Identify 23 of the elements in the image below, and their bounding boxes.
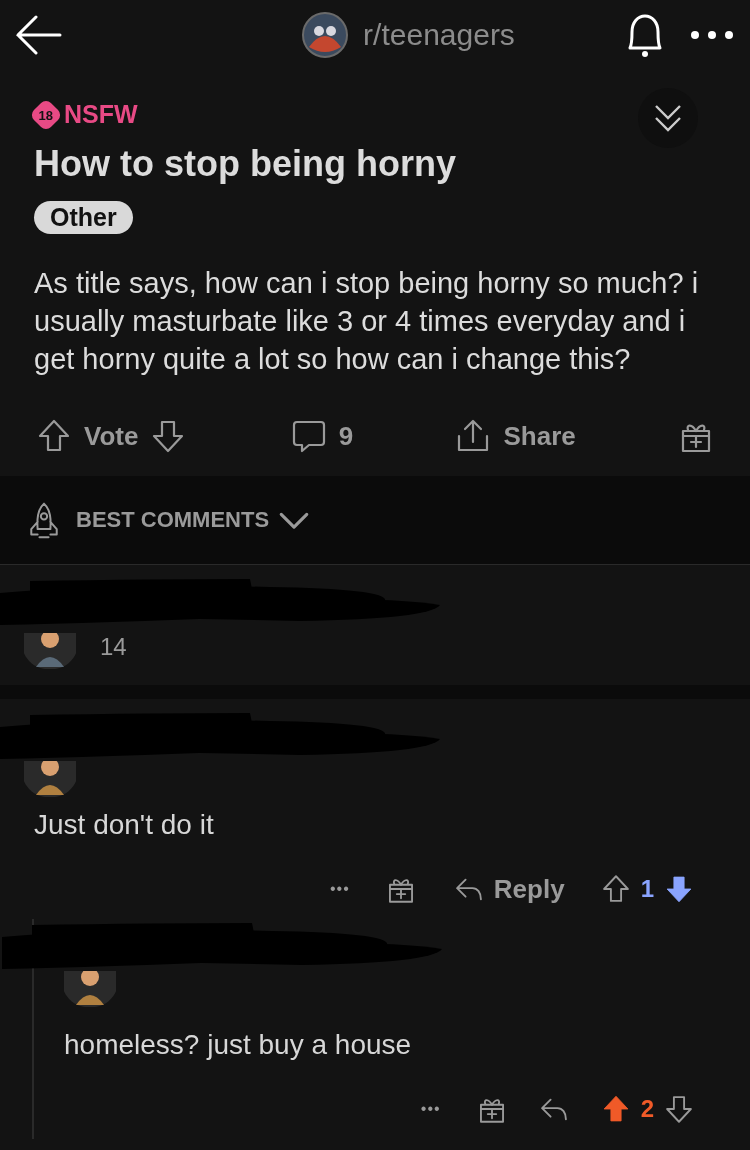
community-icon[interactable] (301, 11, 350, 59)
avatar[interactable] (24, 761, 76, 797)
reply-button[interactable]: Reply (445, 871, 571, 907)
more-options-button[interactable]: ••• (324, 879, 356, 899)
vote-score: 1 (640, 875, 654, 903)
back-arrow-icon[interactable] (14, 15, 64, 55)
share-button[interactable]: Share (453, 416, 576, 456)
flair-tag: Other (34, 201, 133, 234)
post-title: How to stop being horny (34, 143, 457, 185)
more-options-button[interactable]: ••• (414, 1099, 447, 1119)
community-name[interactable]: r/teenagers (363, 18, 515, 52)
comment-score: 14 (100, 633, 127, 662)
avatar[interactable] (64, 971, 116, 1007)
sort-dropdown[interactable]: BEST COMMENTS (70, 502, 318, 538)
vote-label: Vote (84, 420, 139, 452)
post-body: As title says, how can i stop being horny so much? i usually masturbate like 3 or 4 times everyday and i get horny quite a lot so how can i change this? (34, 266, 700, 377)
comment-text: Just don't do it (34, 809, 215, 841)
avatar[interactable] (24, 633, 76, 669)
vote-score: 2 (640, 1095, 654, 1123)
more-icon[interactable] (690, 30, 734, 40)
nsfw-label: NSFW (64, 100, 138, 129)
comment-count: 9 (338, 420, 354, 452)
comment-text: homeless? just buy a house (64, 1029, 413, 1061)
